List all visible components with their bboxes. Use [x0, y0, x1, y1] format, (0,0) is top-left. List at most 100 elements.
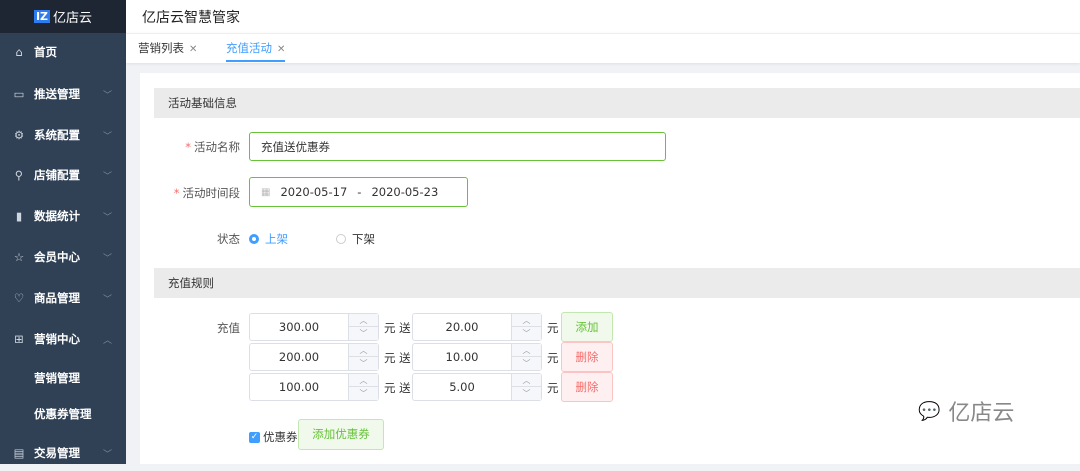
unit-label: 元 [547, 351, 559, 365]
close-icon[interactable]: ✕ [277, 44, 285, 55]
tab-label: 营销列表 [138, 41, 184, 55]
tab-recharge-activity[interactable]: 充值活动 ✕ [226, 34, 286, 62]
nav-label: 推送管理 [34, 87, 80, 101]
nav-icon: ▮ [15, 209, 23, 223]
decrease-icon[interactable]: ﹀ [512, 387, 541, 400]
increase-icon[interactable]: ︿ [512, 314, 541, 327]
nav-label: 商品管理 [34, 291, 80, 305]
add-coupon-button[interactable]: 添加优惠券 [298, 419, 384, 450]
radio-off-shelf[interactable]: 下架 [336, 231, 375, 247]
nav-icon: ⚙ [13, 128, 25, 142]
close-icon[interactable]: ✕ [189, 44, 197, 55]
section-recharge-rules: 充值规则 [154, 268, 1080, 298]
nav-icon: ⚲ [14, 168, 24, 182]
nav-label: 交易管理 [34, 446, 80, 460]
input-value: 100.00 [278, 380, 320, 394]
stepper[interactable]: ︿ ﹀ [511, 344, 541, 370]
increase-icon[interactable]: ︿ [512, 344, 541, 357]
increase-icon[interactable]: ︿ [349, 314, 378, 327]
sidebar-item[interactable]: ▤ 交易管理 ﹀ [0, 435, 126, 471]
activity-period-label: * 活动时间段 [173, 186, 240, 200]
radio-label: 上架 [265, 232, 288, 246]
recharge-amount-input[interactable]: 200.00 ︿ ﹀ [249, 343, 379, 371]
checkbox-checked-icon: ✓ [249, 431, 260, 443]
input-value: 300.00 [278, 320, 320, 334]
input-value: 20.00 [445, 320, 479, 334]
radio-label: 下架 [352, 232, 375, 246]
decrease-icon[interactable]: ﹀ [512, 327, 541, 340]
nav-label: 会员中心 [34, 250, 80, 264]
sidebar-item[interactable]: ⚙ 系统配置 ﹀ [0, 117, 126, 153]
status-label: 状态 [217, 232, 240, 246]
wechat-icon: 💬 [918, 400, 941, 422]
bonus-amount-input[interactable]: 20.00 ︿ ﹀ [412, 313, 542, 341]
sidebar-item[interactable]: ⚲ 店铺配置 ﹀ [0, 157, 126, 193]
radio-on-shelf[interactable]: 上架 [249, 231, 288, 247]
increase-icon[interactable]: ︿ [349, 374, 378, 387]
unit-label: 元 [547, 321, 559, 335]
sidebar-item[interactable]: ▮ 数据统计 ﹀ [0, 198, 126, 234]
tab-label: 充值活动 [226, 41, 272, 55]
input-value: 5.00 [449, 380, 475, 394]
stepper[interactable]: ︿ ﹀ [511, 374, 541, 400]
bonus-amount-input[interactable]: 5.00 ︿ ﹀ [412, 373, 542, 401]
increase-icon[interactable]: ︿ [512, 374, 541, 387]
stepper[interactable]: ︿ ﹀ [511, 314, 541, 340]
date-range-picker[interactable]: ▦ 2020-05-17 - 2020-05-23 [249, 177, 468, 207]
delete-rule-button[interactable]: 删除 [561, 342, 613, 372]
recharge-amount-input[interactable]: 300.00 ︿ ﹀ [249, 313, 379, 341]
logo-badge: IZ [33, 10, 51, 23]
sidebar-subitem[interactable]: 营销管理 [0, 360, 126, 396]
radio-checked-icon [249, 234, 259, 244]
app-header: 亿店云智慧管家 [126, 0, 1080, 33]
nav-icon: ♡ [13, 291, 25, 305]
nav-icon: ☆ [13, 250, 25, 264]
input-value: 10.00 [445, 350, 479, 364]
decrease-icon[interactable]: ﹀ [349, 387, 378, 400]
unit-label: 元 [547, 381, 559, 395]
chevron-down-icon: ﹀ [102, 131, 112, 142]
logo: IZ 亿店云 [0, 0, 126, 33]
sidebar-item[interactable]: ▭ 推送管理 ﹀ [0, 76, 126, 112]
checkbox-label: 优惠券 [263, 430, 298, 444]
stepper[interactable]: ︿ ﹀ [348, 374, 378, 400]
recharge-amount-input[interactable]: 100.00 ︿ ﹀ [249, 373, 379, 401]
stepper[interactable]: ︿ ﹀ [348, 344, 378, 370]
watermark-text: 亿店云 [948, 401, 1015, 426]
nav-label: 数据统计 [34, 209, 80, 223]
coupon-checkbox[interactable]: ✓ 优惠券 [249, 429, 298, 445]
stepper[interactable]: ︿ ﹀ [348, 314, 378, 340]
decrease-icon[interactable]: ﹀ [512, 357, 541, 370]
sidebar-item[interactable]: ⌂ 首页 [0, 34, 126, 70]
date-separator: - [357, 185, 362, 199]
decrease-icon[interactable]: ﹀ [349, 357, 378, 370]
sidebar-item[interactable]: ♡ 商品管理 ﹀ [0, 280, 126, 316]
end-date: 2020-05-23 [371, 185, 439, 199]
sidebar-item[interactable]: ⊞ 营销中心 ︿ [0, 321, 126, 357]
nav-label: 营销管理 [34, 371, 80, 385]
input-value: 充值送优惠券 [261, 139, 330, 154]
delete-rule-button[interactable]: 删除 [561, 372, 613, 402]
nav-label: 营销中心 [34, 332, 80, 346]
add-rule-button[interactable]: 添加 [561, 312, 613, 342]
logo-text: 亿店云 [53, 11, 93, 26]
nav-icon: ▭ [13, 87, 25, 101]
start-date: 2020-05-17 [280, 185, 348, 199]
chevron-down-icon: ﹀ [102, 294, 112, 305]
tab-marketing-list[interactable]: 营销列表 ✕ [138, 34, 197, 62]
bonus-amount-input[interactable]: 10.00 ︿ ﹀ [412, 343, 542, 371]
chevron-up-icon: ︿ [102, 335, 112, 346]
increase-icon[interactable]: ︿ [349, 344, 378, 357]
decrease-icon[interactable]: ﹀ [349, 327, 378, 340]
watermark: 💬 亿店云 [918, 395, 1014, 427]
activity-name-input[interactable]: 充值送优惠券 [249, 132, 666, 161]
nav-label: 系统配置 [34, 128, 80, 142]
nav-label: 店铺配置 [34, 168, 80, 182]
unit-label: 元 送 [384, 381, 411, 395]
input-value: 200.00 [278, 350, 320, 364]
sidebar-subitem[interactable]: 优惠券管理 [0, 396, 126, 432]
section-basic-info: 活动基础信息 [154, 88, 1080, 118]
chevron-down-icon: ﹀ [102, 171, 112, 182]
nav-icon: ⌂ [15, 45, 23, 59]
sidebar-item[interactable]: ☆ 会员中心 ﹀ [0, 239, 126, 275]
